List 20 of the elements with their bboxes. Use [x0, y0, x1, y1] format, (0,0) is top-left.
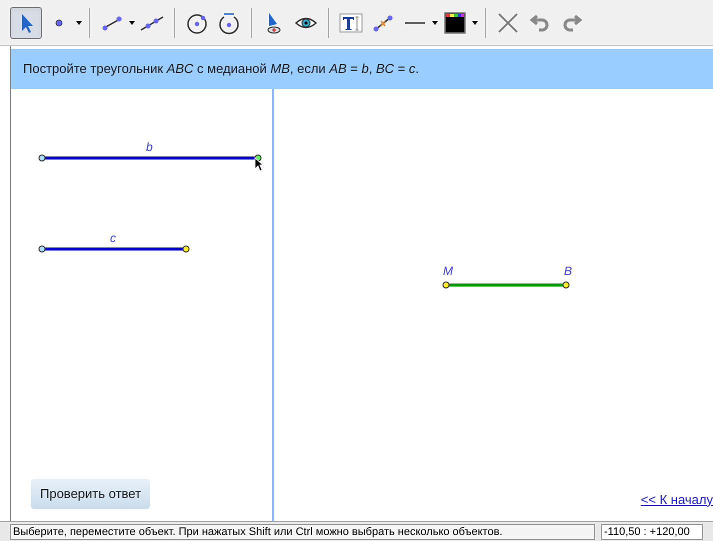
delete-icon — [496, 10, 520, 34]
dropdown-caret-icon[interactable] — [76, 20, 82, 24]
point-icon — [55, 18, 63, 26]
task-text: Постройте треугольник ABC с медианой MB, если AB = b, BC = c. — [23, 60, 419, 78]
dropdown-caret-icon[interactable] — [472, 20, 478, 24]
dropdown-caret-icon[interactable] — [432, 20, 438, 24]
point-label: B — [564, 265, 572, 277]
check-answer-button[interactable]: Проверить ответ — [31, 479, 150, 509]
back-to-start-link[interactable]: << К началу — [640, 490, 713, 509]
color-swatch-icon — [443, 10, 467, 34]
line-style-icon — [405, 22, 425, 24]
text-icon — [339, 10, 363, 34]
circle-icon — [217, 10, 241, 34]
move-tool[interactable] — [10, 6, 42, 38]
status-hint: Выберите, переместите объект. При нажатых Shift или Ctrl можно выбрать несколько объектов. — [10, 524, 595, 540]
segment-label: b — [146, 141, 153, 153]
dropdown-caret-icon[interactable] — [129, 20, 135, 24]
point-label: M — [443, 265, 453, 277]
segment-label: c — [110, 232, 116, 244]
coordinates-field: -110,50 : +120,00 — [601, 524, 703, 540]
